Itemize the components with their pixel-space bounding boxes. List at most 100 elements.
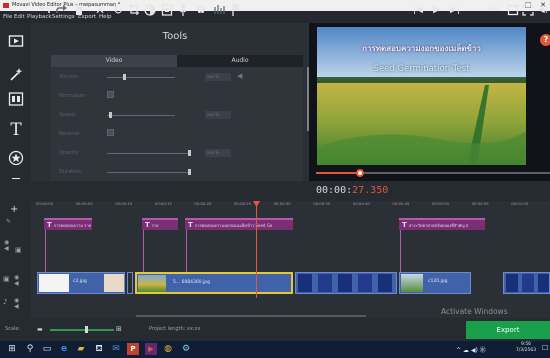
stabilize-icon[interactable] — [161, 2, 173, 18]
menu-file[interactable]: File — [3, 11, 12, 23]
menu-edit[interactable]: Edit — [14, 11, 25, 23]
tab-audio[interactable]: Audio — [177, 55, 303, 67]
speed-slider-knob[interactable] — [109, 112, 112, 118]
transition-marker[interactable] — [127, 272, 133, 294]
video-clip-strip[interactable] — [295, 272, 397, 294]
clock[interactable]: 9:56 7/3/2563 — [514, 342, 538, 354]
duration-slider[interactable] — [107, 172, 191, 173]
crop-view-icon[interactable] — [507, 2, 519, 18]
preview-subtitle-overlay: Seed Germination Test — [373, 64, 470, 74]
settings-icon[interactable]: ✿ — [195, 2, 207, 18]
marker-flag-icon[interactable] — [231, 2, 241, 18]
windows-start-icon[interactable]: ⊞ — [6, 343, 18, 355]
edge-icon[interactable]: e — [58, 343, 70, 355]
volume-slider[interactable] — [107, 77, 175, 78]
powerpoint-icon[interactable]: P — [127, 343, 139, 355]
reverse-checkbox[interactable] — [107, 129, 114, 136]
ruler-tick-label: 00:00:40 — [352, 201, 370, 206]
task-view-icon[interactable]: ▭ — [41, 343, 53, 355]
play-icon[interactable]: ▶ — [431, 2, 443, 18]
cut-icon[interactable]: ✕ — [94, 2, 106, 18]
import-icon[interactable] — [8, 33, 24, 49]
filters-icon[interactable] — [8, 66, 24, 82]
export-button[interactable]: Export — [466, 321, 550, 339]
redo-icon[interactable] — [56, 2, 68, 18]
chrome-icon[interactable]: ◍ — [162, 343, 174, 355]
video-clip-selected[interactable]: 5... 6084360.jpg — [135, 272, 293, 294]
equalizer-icon[interactable] — [213, 2, 225, 18]
ruler-tick-label: 00:00:25 — [234, 201, 252, 206]
titles-icon[interactable]: T — [8, 122, 24, 139]
clip-thumbnail — [358, 274, 372, 292]
mail-icon[interactable]: ✉ — [110, 343, 122, 355]
add-track-icon[interactable]: + — [10, 204, 18, 215]
reverse-label: Reverse: — [59, 131, 81, 137]
audio-record-icon[interactable] — [178, 2, 188, 18]
title-clip-text: สาระวิทยาศาสตร์ทดลองที่สำคัญ ส — [408, 223, 469, 228]
movavi-icon[interactable]: ▶ — [145, 343, 157, 355]
store-icon[interactable]: ⛾ — [93, 343, 105, 355]
audio-track-controls[interactable]: ◉ ◀ — [14, 298, 19, 310]
overlay-track-controls[interactable]: ◉ ◀ — [4, 240, 9, 252]
activate-windows-title: Activate Windows — [441, 307, 508, 316]
clip-thumbnail — [378, 274, 392, 292]
speed-slider[interactable] — [107, 115, 175, 116]
clip-thumbnail — [401, 274, 423, 292]
video-clip-strip[interactable] — [503, 272, 550, 294]
file-explorer-icon[interactable]: ▰ — [75, 343, 87, 355]
video-clip[interactable]: c120.jpg — [399, 272, 471, 294]
tab-video[interactable]: Video — [51, 55, 177, 67]
skip-back-icon[interactable]: |◀ — [412, 2, 424, 18]
duration-slider-knob[interactable] — [188, 169, 191, 175]
overlay-track-icon: ▣ — [15, 246, 22, 254]
project-length: Project length: xx:xx — [149, 326, 201, 332]
volume-value[interactable]: xxx % — [205, 73, 231, 81]
search-icon[interactable]: ⚲ — [24, 343, 36, 355]
color-adjust-icon[interactable] — [144, 2, 156, 18]
title-clip[interactable]: T การทดสอบความงอกของเมล็ดข้าว Seed Ge — [185, 218, 293, 230]
title-clip-text: การทดสอบความงอกของเมล็ดข้าว Seed Ge — [194, 223, 273, 228]
title-clip[interactable]: T การทดสอบความ ราย — [44, 218, 92, 230]
notifications-icon[interactable]: ☐ — [542, 344, 548, 352]
crop-icon[interactable] — [128, 2, 140, 18]
timeline-scrollbar[interactable] — [136, 315, 366, 317]
playback-progress-fill — [316, 172, 361, 174]
zoom-out-icon[interactable]: ▬ — [37, 326, 43, 333]
help-icon[interactable]: ? — [540, 34, 550, 46]
settings-icon[interactable]: ⚙ — [180, 343, 192, 355]
speed-value[interactable]: xxx % — [205, 111, 231, 119]
ruler-tick-label: 00:00:05 — [75, 201, 93, 206]
title-clip-link — [143, 230, 144, 273]
opacity-slider[interactable] — [107, 153, 191, 154]
clip-name: c2.jpg — [73, 279, 87, 284]
system-tray-icons[interactable]: ^ ☁ ◀) ㊌ — [456, 345, 486, 354]
skip-forward-icon[interactable]: ▶| — [449, 2, 461, 18]
stickers-icon[interactable] — [8, 150, 24, 166]
video-clip[interactable]: c2.jpg — [37, 272, 125, 294]
scale-slider-knob[interactable] — [85, 326, 88, 333]
transitions-icon[interactable] — [8, 91, 24, 107]
aspect-ratio-button[interactable]: 16:9 — [484, 2, 502, 18]
normalize-checkbox[interactable] — [107, 91, 114, 98]
undo-icon[interactable] — [38, 2, 50, 18]
video-track-controls[interactable]: ◉ ◀ — [14, 275, 19, 287]
title-clip-link — [186, 230, 187, 273]
opacity-value[interactable]: xxx % — [205, 149, 231, 157]
fullscreen-icon[interactable] — [522, 2, 534, 18]
properties-area: Volume: xxx % ◀ Normalize: Speed: xxx % … — [51, 67, 303, 181]
rotate-icon[interactable]: ↻ — [112, 2, 124, 18]
delete-icon[interactable] — [74, 2, 84, 18]
title-clip[interactable]: T ราย — [142, 218, 178, 230]
preview-frame[interactable]: การทดสอบความงอกของเมล็ดข้าว Seed Germina… — [317, 27, 526, 165]
title-clip[interactable]: T สาระวิทยาศาสตร์ทดลองที่สำคัญ ส — [399, 218, 485, 230]
opacity-slider-knob[interactable] — [188, 150, 191, 156]
zoom-in-icon[interactable]: ⊞ — [116, 325, 122, 333]
volume-slider-knob[interactable] — [123, 74, 126, 80]
clip-name: 5... 6084360.jpg — [173, 280, 211, 285]
edit-toolbar — [0, 181, 550, 201]
scale-slider[interactable] — [50, 329, 114, 331]
volume-icon[interactable]: ◀) — [537, 2, 549, 18]
ruler-tick-label: 00:00:50 — [432, 201, 450, 206]
speaker-icon[interactable]: ◀ — [237, 72, 242, 80]
playhead[interactable] — [256, 203, 257, 298]
